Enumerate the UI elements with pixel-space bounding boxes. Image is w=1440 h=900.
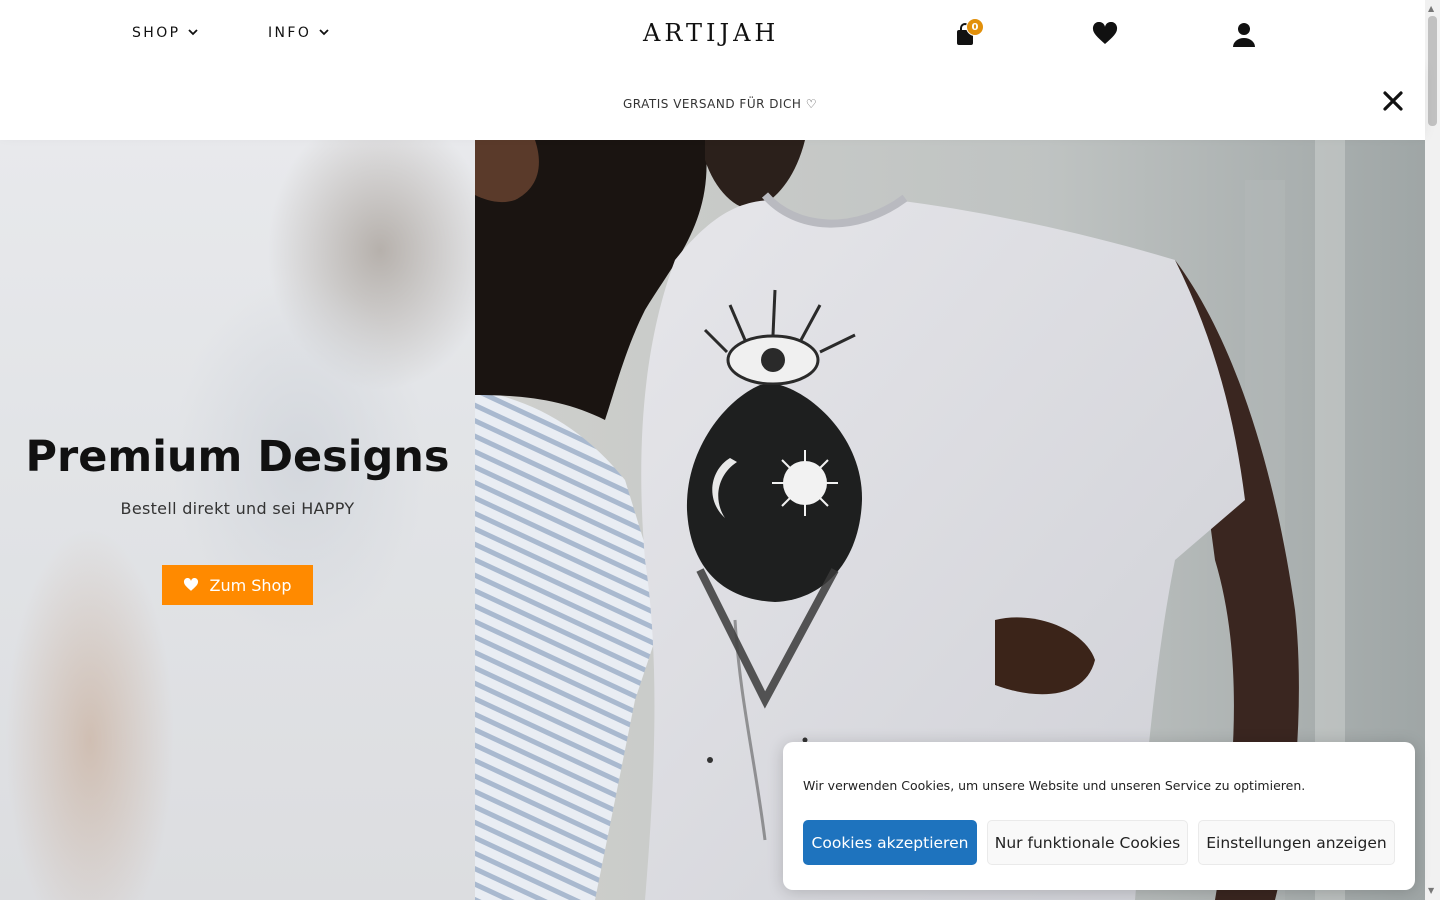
site-header: SHOP INFO ARTIJAH 0 <box>0 0 1425 70</box>
nav-info-label: INFO <box>268 25 312 41</box>
promo-bar: GRATIS VERSAND FÜR DICH ♡ <box>0 70 1425 140</box>
functional-cookies-button[interactable]: Nur funktionale Cookies <box>987 820 1188 865</box>
heart-icon <box>183 578 199 592</box>
nav-info[interactable]: INFO <box>268 25 329 41</box>
promo-text: GRATIS VERSAND FÜR DICH ♡ <box>622 97 818 111</box>
close-icon[interactable] <box>1380 88 1406 118</box>
site-logo[interactable]: ARTIJAH <box>643 19 779 47</box>
cookie-banner: Wir verwenden Cookies, um unsere Website… <box>783 742 1415 890</box>
shop-button[interactable]: Zum Shop <box>162 565 313 605</box>
chevron-down-icon <box>188 28 199 39</box>
hero-blurred-background <box>0 140 475 900</box>
scrollbar[interactable] <box>1425 0 1440 900</box>
hero-subtitle: Bestell direkt und sei HAPPY <box>120 499 355 518</box>
scroll-down-arrow-icon[interactable]: ▼ <box>1428 886 1434 895</box>
cart-count-badge: 0 <box>966 18 984 36</box>
shop-button-label: Zum Shop <box>209 575 292 595</box>
scroll-up-arrow-icon[interactable]: ▲ <box>1428 4 1434 13</box>
nav-shop-label: SHOP <box>132 25 181 41</box>
cookie-banner-text: Wir verwenden Cookies, um unsere Website… <box>803 778 1306 793</box>
hero-title: Premium Designs <box>25 432 450 482</box>
user-icon[interactable] <box>1232 22 1256 52</box>
cookie-settings-button[interactable]: Einstellungen anzeigen <box>1198 820 1395 865</box>
nav-shop[interactable]: SHOP <box>132 25 199 41</box>
accept-cookies-button[interactable]: Cookies akzeptieren <box>803 820 977 865</box>
heart-icon[interactable] <box>1092 21 1118 50</box>
chevron-down-icon <box>319 28 329 39</box>
